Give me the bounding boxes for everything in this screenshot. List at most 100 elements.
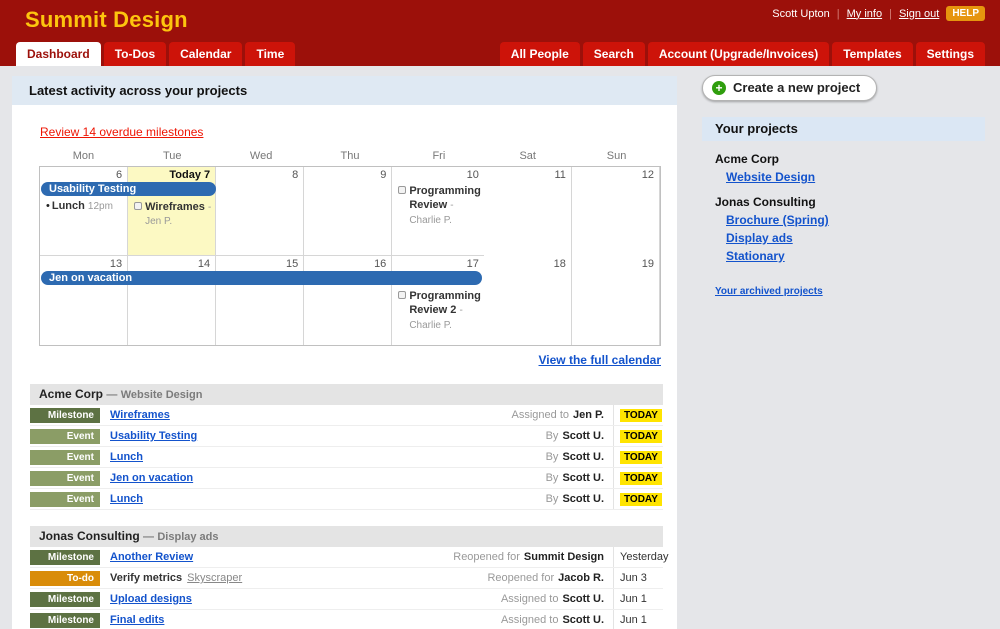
calendar-cell-wed-15[interactable]: 15 xyxy=(216,256,304,345)
today-badge: TODAY xyxy=(620,451,662,464)
day-number: 16 xyxy=(304,256,391,271)
day-number: 10 xyxy=(392,167,484,182)
app-header: Summit Design Scott Upton | My info | Si… xyxy=(0,0,1000,42)
calendar-milestone-programming-review[interactable]: Programming Review - Charlie P. xyxy=(392,184,484,227)
your-projects-header: Your projects xyxy=(702,117,985,141)
tab-account[interactable]: Account (Upgrade/Invoices) xyxy=(648,42,829,66)
calendar-cell-fri-17[interactable]: 17 Programming Review 2 - Charlie P. xyxy=(392,256,484,345)
day-number: 19 xyxy=(572,256,659,271)
calendar-cell-tue-14[interactable]: 14 xyxy=(128,256,216,345)
event-badge: Event xyxy=(30,429,100,444)
date-column: TODAY xyxy=(613,426,663,446)
day-number: 9 xyxy=(304,167,391,182)
sidebar: + Create a new project Your projects Acm… xyxy=(702,75,985,299)
activity-link[interactable]: Lunch xyxy=(110,493,143,505)
meta-label: By xyxy=(546,430,559,442)
calendar-cell-mon-6[interactable]: 6 •Lunch 12pm xyxy=(40,167,128,256)
calendar-milestone-wireframes[interactable]: Wireframes - Jen P. xyxy=(128,200,215,229)
divider: | xyxy=(837,8,840,20)
activity-row: To-do Verify metrics Skyscraper Reopened… xyxy=(30,568,663,589)
today-badge: TODAY xyxy=(620,430,662,443)
calendar-cell-today-7[interactable]: Today 7 Wireframes - Jen P. xyxy=(128,167,216,256)
activity-sublink[interactable]: Skyscraper xyxy=(187,572,242,584)
archived-projects-link[interactable]: Your archived projects xyxy=(715,286,823,297)
checkbox-icon[interactable] xyxy=(398,291,406,299)
weekday-label: Tue xyxy=(128,149,217,163)
date-column: TODAY xyxy=(613,468,663,488)
tab-templates[interactable]: Templates xyxy=(832,42,912,66)
activity-link[interactable]: Usability Testing xyxy=(110,430,197,442)
activity-link[interactable]: Lunch xyxy=(110,451,143,463)
sign-out-link[interactable]: Sign out xyxy=(899,8,939,20)
activity-link[interactable]: Another Review xyxy=(110,551,193,563)
activity-row: Milestone Another Review Reopened for Su… xyxy=(30,547,663,568)
tab-todos[interactable]: To-Dos xyxy=(104,42,166,66)
page-title: Latest activity across your projects xyxy=(12,76,677,105)
checkbox-icon[interactable] xyxy=(134,202,142,210)
calendar-milestone-programming-review-2[interactable]: Programming Review 2 - Charlie P. xyxy=(392,289,484,332)
meta-person: Scott U. xyxy=(562,451,604,463)
calendar-cell-sun-19[interactable]: 19 xyxy=(572,256,660,345)
dash: — xyxy=(143,531,154,543)
meta-label: By xyxy=(546,451,559,463)
calendar-event-bar-usability-testing[interactable]: Usability Testing xyxy=(41,182,216,196)
tab-search[interactable]: Search xyxy=(583,42,645,66)
assignee: Charlie P. xyxy=(409,320,452,331)
my-info-link[interactable]: My info xyxy=(847,8,882,20)
calendar-cell-fri-10[interactable]: 10 Programming Review - Charlie P. xyxy=(392,167,484,256)
assignee: Jen P. xyxy=(145,216,172,227)
activity-link[interactable]: Wireframes xyxy=(110,409,170,421)
date-text: Jun 1 xyxy=(620,593,647,605)
project-link-stationary[interactable]: Stationary xyxy=(726,249,985,263)
milestone-title: Programming Review 2 xyxy=(409,290,481,316)
day-number: 12 xyxy=(572,167,659,182)
user-nav: Scott Upton | My info | Sign out HELP xyxy=(772,6,985,21)
meta-label: Assigned to xyxy=(501,614,558,626)
tab-calendar[interactable]: Calendar xyxy=(169,42,242,66)
section-header: Acme Corp — Website Design xyxy=(30,384,663,405)
event-badge: Event xyxy=(30,492,100,507)
calendar-event-bar-jen-on-vacation[interactable]: Jen on vacation xyxy=(41,271,482,285)
tab-all-people[interactable]: All People xyxy=(500,42,580,66)
activity-row: Milestone Final edits Assigned to Scott … xyxy=(30,610,663,629)
date-column: Jun 3 xyxy=(613,568,663,588)
separator: - xyxy=(450,200,453,211)
activity-link[interactable]: Jen on vacation xyxy=(110,472,193,484)
activity-row: Event Lunch By Scott U. TODAY xyxy=(30,447,663,468)
tab-time[interactable]: Time xyxy=(245,42,295,66)
checkbox-icon[interactable] xyxy=(398,186,406,194)
project-name: Display ads xyxy=(157,531,218,543)
calendar-event-lunch[interactable]: •Lunch 12pm xyxy=(40,200,127,212)
help-button[interactable]: HELP xyxy=(946,6,985,21)
view-full-calendar-link[interactable]: View the full calendar xyxy=(539,353,661,367)
view-calendar-row: View the full calendar xyxy=(12,352,661,368)
meta-person: Jen P. xyxy=(573,409,604,421)
project-link-brochure-spring[interactable]: Brochure (Spring) xyxy=(726,213,985,227)
meta-label: Assigned to xyxy=(501,593,558,605)
create-project-button[interactable]: + Create a new project xyxy=(702,75,877,101)
project-group-acme: Acme Corp Website Design xyxy=(715,152,985,184)
tab-dashboard[interactable]: Dashboard xyxy=(16,42,101,66)
weekday-label: Mon xyxy=(39,149,128,163)
assignee: Charlie P. xyxy=(409,215,452,226)
calendar-cell-sat-11[interactable]: 11 xyxy=(484,167,572,256)
overdue-milestones-link[interactable]: Review 14 overdue milestones xyxy=(40,125,203,139)
calendar-weekday-header: Mon Tue Wed Thu Fri Sat Sun xyxy=(39,149,661,163)
calendar-cell-sun-12[interactable]: 12 xyxy=(572,167,660,256)
calendar-cell-thu-16[interactable]: 16 xyxy=(304,256,392,345)
calendar-cell-thu-9[interactable]: 9 xyxy=(304,167,392,256)
tab-settings[interactable]: Settings xyxy=(916,42,985,66)
calendar-cell-sat-18[interactable]: 18 xyxy=(484,256,572,345)
milestone-title: Wireframes xyxy=(145,201,205,213)
calendar-cell-mon-13[interactable]: 13 xyxy=(40,256,128,345)
event-time: 12pm xyxy=(88,201,113,212)
activity-link[interactable]: Upload designs xyxy=(110,593,192,605)
date-column: Jun 1 xyxy=(613,589,663,609)
meta-person: Scott U. xyxy=(562,493,604,505)
create-project-label: Create a new project xyxy=(733,80,860,95)
project-link-display-ads[interactable]: Display ads xyxy=(726,231,985,245)
project-link-website-design[interactable]: Website Design xyxy=(726,170,985,184)
meta-person: Jacob R. xyxy=(558,572,604,584)
calendar-cell-wed-8[interactable]: 8 xyxy=(216,167,304,256)
activity-link[interactable]: Final edits xyxy=(110,614,164,626)
